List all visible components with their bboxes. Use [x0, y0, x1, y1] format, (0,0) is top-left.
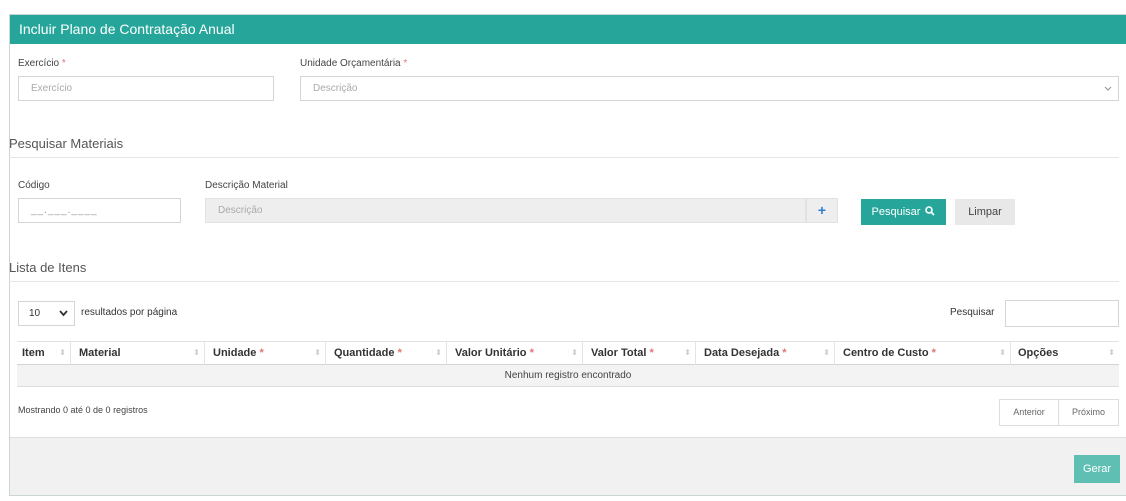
unidade-label-text: Unidade Orçamentária	[300, 58, 401, 69]
column-valor-unitario[interactable]: Valor Unitário * ⬍	[450, 341, 583, 365]
empty-row: Nenhum registro encontrado	[17, 365, 1119, 387]
sort-icon: ⬍	[435, 348, 442, 357]
page-size-select[interactable]: 10	[18, 301, 75, 326]
required-mark: *	[782, 347, 787, 359]
pagination-prev-button[interactable]: Anterior	[999, 399, 1059, 426]
required-mark: *	[403, 58, 408, 69]
column-valor-total[interactable]: Valor Total * ⬍	[586, 341, 696, 365]
required-mark: *	[649, 347, 654, 359]
column-item[interactable]: Item ⬍	[17, 341, 71, 365]
sort-icon: ⬍	[571, 348, 578, 357]
chevron-down-icon	[1104, 86, 1112, 91]
table-search-input[interactable]	[1005, 300, 1119, 327]
divider	[9, 281, 1119, 282]
column-quantidade[interactable]: Quantidade * ⬍	[329, 341, 447, 365]
sort-icon: ⬍	[999, 348, 1006, 357]
chevron-down-icon	[59, 310, 68, 317]
section-pesquisar-materiais: Pesquisar Materiais	[9, 136, 124, 151]
add-material-button[interactable]: +	[806, 198, 838, 223]
descricao-material-label: Descrição Material	[205, 180, 288, 191]
sort-icon: ⬍	[314, 348, 321, 357]
column-label: Opções	[1018, 347, 1059, 359]
column-label: Valor Unitário	[455, 347, 527, 359]
required-mark: *	[259, 347, 264, 359]
pagination-next-button[interactable]: Próximo	[1059, 399, 1119, 426]
table-search-label: Pesquisar	[950, 307, 995, 318]
required-mark: *	[61, 58, 66, 69]
column-label: Data Desejada	[704, 347, 780, 359]
sort-icon: ⬍	[1108, 348, 1115, 357]
column-label: Unidade	[213, 347, 257, 359]
column-label: Quantidade	[334, 347, 395, 359]
column-label: Valor Total	[591, 347, 647, 359]
table-info: Mostrando 0 até 0 de 0 registros	[18, 405, 148, 415]
required-mark: *	[931, 347, 936, 359]
column-data-desejada[interactable]: Data Desejada * ⬍	[699, 341, 835, 365]
search-icon	[925, 206, 936, 216]
gerar-button[interactable]: Gerar	[1074, 455, 1120, 483]
pesquisar-button-label: Pesquisar	[871, 206, 921, 218]
sort-icon: ⬍	[823, 348, 830, 357]
section-lista-itens: Lista de Itens	[9, 260, 87, 275]
plus-icon: +	[817, 202, 827, 218]
column-label: Item	[22, 347, 45, 359]
column-unidade[interactable]: Unidade * ⬍	[208, 341, 326, 365]
unidade-select[interactable]: Descrição	[300, 76, 1119, 101]
divider	[9, 157, 1119, 158]
codigo-input[interactable]: __.___.____	[18, 198, 181, 223]
codigo-label: Código	[18, 180, 50, 191]
pesquisar-button[interactable]: Pesquisar	[861, 199, 946, 225]
required-mark: *	[529, 347, 534, 359]
unidade-select-value: Descrição	[313, 83, 358, 94]
limpar-button[interactable]: Limpar	[955, 199, 1015, 225]
sort-icon: ⬍	[193, 348, 200, 357]
sort-icon: ⬍	[59, 348, 66, 357]
footer-bar	[10, 437, 1126, 495]
column-label: Material	[79, 347, 121, 359]
column-centro-de-custo[interactable]: Centro de Custo * ⬍	[838, 341, 1011, 365]
panel-title: Incluir Plano de Contratação Anual	[10, 15, 1126, 44]
unidade-label: Unidade Orçamentária *	[300, 58, 407, 69]
exercicio-input[interactable]: Exercício	[18, 76, 274, 101]
exercicio-label-text: Exercício	[18, 58, 60, 69]
column-label: Centro de Custo	[843, 347, 929, 359]
column-opcoes[interactable]: Opções ⬍	[1013, 341, 1119, 365]
per-page-label: resultados por página	[81, 307, 178, 318]
sort-icon: ⬍	[684, 348, 691, 357]
exercicio-label: Exercício *	[18, 58, 66, 69]
column-material[interactable]: Material ⬍	[74, 341, 205, 365]
descricao-material-input[interactable]: Descrição	[205, 198, 806, 223]
page-size-value: 10	[29, 308, 41, 319]
required-mark: *	[397, 347, 402, 359]
